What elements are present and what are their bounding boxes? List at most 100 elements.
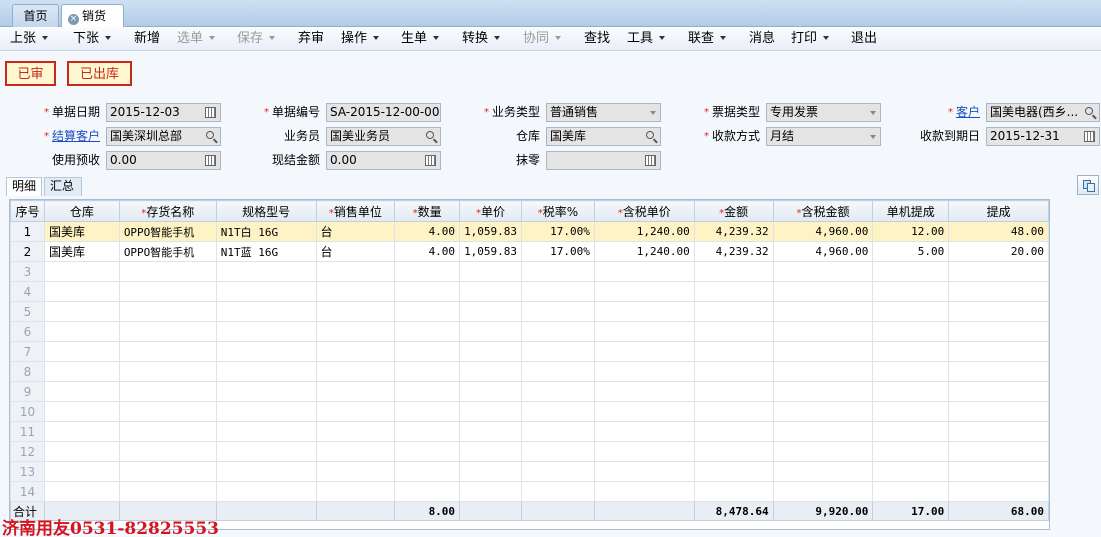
cell-item[interactable] <box>118 421 217 442</box>
cell-commission-unit[interactable] <box>872 281 950 302</box>
search-icon[interactable] <box>646 131 654 139</box>
cell-tax[interactable] <box>521 281 595 302</box>
calculator-icon[interactable] <box>425 155 436 166</box>
cell-seq[interactable]: 12 <box>10 441 45 462</box>
cell-taxprice[interactable] <box>593 401 695 422</box>
cell-seq[interactable]: 3 <box>10 261 45 282</box>
cell-commission[interactable] <box>948 361 1049 382</box>
table-row[interactable]: 12 <box>10 441 1049 462</box>
cell-taxprice[interactable]: 1,240.00 <box>593 221 695 242</box>
cell-taxamount[interactable] <box>772 281 874 302</box>
cell-taxamount[interactable]: 4,960.00 <box>772 241 874 262</box>
cell-seq[interactable]: 10 <box>10 401 45 422</box>
cell-warehouse[interactable] <box>43 381 120 402</box>
cell-commission[interactable] <box>948 381 1049 402</box>
cell-spec[interactable]: N1T白 16G <box>215 221 317 242</box>
col-amount[interactable]: *金额 <box>693 200 774 222</box>
cell-item[interactable] <box>118 301 217 322</box>
cell-price[interactable] <box>459 301 523 322</box>
new-button[interactable]: 新增 <box>134 31 160 47</box>
cell-item[interactable]: OPPO智能手机 <box>118 241 217 262</box>
table-row[interactable]: 13 <box>10 461 1049 482</box>
settle-customer-link[interactable]: * 结算客户 <box>30 128 100 145</box>
cell-qty[interactable] <box>394 341 461 362</box>
cell-tax[interactable]: 17.00% <box>521 221 595 242</box>
cell-spec[interactable] <box>215 341 317 362</box>
cell-tax[interactable] <box>521 321 595 342</box>
cell-taxprice[interactable] <box>593 341 695 362</box>
settle-customer-field[interactable]: 国美深圳总部 <box>106 127 221 146</box>
cell-warehouse[interactable] <box>43 301 120 322</box>
cell-unit[interactable] <box>315 481 396 502</box>
table-row[interactable]: 5 <box>10 301 1049 322</box>
customer-field[interactable]: 国美电器(西乡... <box>986 103 1100 122</box>
cell-qty[interactable] <box>394 381 461 402</box>
cell-taxprice[interactable] <box>593 321 695 342</box>
col-tax[interactable]: *税率% <box>521 200 595 222</box>
cell-commission[interactable] <box>948 261 1049 282</box>
cell-warehouse[interactable] <box>43 361 120 382</box>
cell-item[interactable] <box>118 381 217 402</box>
cell-price[interactable] <box>459 421 523 442</box>
cell-unit[interactable] <box>315 281 396 302</box>
cell-tax[interactable] <box>521 421 595 442</box>
cell-amount[interactable]: 4,239.32 <box>693 221 774 242</box>
cell-taxamount[interactable] <box>772 461 874 482</box>
cell-commission-unit[interactable] <box>872 461 950 482</box>
invoice-type-select[interactable]: 专用发票 <box>766 103 881 122</box>
cell-taxamount[interactable] <box>772 361 874 382</box>
cell-tax[interactable] <box>521 401 595 422</box>
cell-commission[interactable] <box>948 341 1049 362</box>
table-row[interactable]: 1 国美库 OPPO智能手机 N1T白 16G 台 4.00 1,059.83 17.00% 1… <box>10 221 1049 242</box>
collab-menu[interactable]: 协同 <box>523 31 562 47</box>
cell-qty[interactable] <box>394 281 461 302</box>
cell-taxamount[interactable] <box>772 321 874 342</box>
cell-qty[interactable] <box>394 301 461 322</box>
col-commission[interactable]: 提成 <box>948 200 1049 222</box>
cell-commission-unit[interactable]: 5.00 <box>872 241 950 262</box>
cell-taxprice[interactable] <box>593 301 695 322</box>
cell-commission[interactable] <box>948 321 1049 342</box>
cell-tax[interactable] <box>521 381 595 402</box>
cell-price[interactable] <box>459 341 523 362</box>
cell-taxamount[interactable] <box>772 341 874 362</box>
cell-seq[interactable]: 11 <box>10 421 45 442</box>
cell-commission[interactable] <box>948 441 1049 462</box>
cell-tax[interactable] <box>521 341 595 362</box>
col-price[interactable]: *单价 <box>459 200 523 222</box>
cell-commission-unit[interactable] <box>872 481 950 502</box>
calendar-icon[interactable] <box>205 107 216 118</box>
cell-warehouse[interactable] <box>43 421 120 442</box>
cell-item[interactable] <box>118 441 217 462</box>
cell-spec[interactable] <box>215 281 317 302</box>
col-item[interactable]: *存货名称 <box>118 200 217 222</box>
cell-taxprice[interactable] <box>593 461 695 482</box>
cell-seq[interactable]: 14 <box>10 481 45 502</box>
cell-qty[interactable] <box>394 461 461 482</box>
cell-warehouse[interactable] <box>43 321 120 342</box>
cell-amount[interactable] <box>693 441 774 462</box>
cell-tax[interactable] <box>521 481 595 502</box>
cell-unit[interactable] <box>315 341 396 362</box>
cell-unit[interactable]: 台 <box>315 221 396 242</box>
cell-amount[interactable] <box>693 401 774 422</box>
cell-seq[interactable]: 6 <box>10 321 45 342</box>
cell-seq[interactable]: 5 <box>10 301 45 322</box>
cell-item[interactable] <box>118 261 217 282</box>
table-row[interactable]: 2 国美库 OPPO智能手机 N1T蓝 16G 台 4.00 1,059.83 17.00% 1… <box>10 241 1049 262</box>
doc-date-field[interactable]: 2015-12-03 <box>106 103 221 122</box>
cell-seq[interactable]: 1 <box>10 221 45 242</box>
cell-amount[interactable] <box>693 481 774 502</box>
cell-taxprice[interactable] <box>593 481 695 502</box>
prev-button[interactable]: 上张 <box>10 31 49 47</box>
cell-spec[interactable] <box>215 321 317 342</box>
exit-button[interactable]: 退出 <box>851 31 877 47</box>
cell-qty[interactable] <box>394 361 461 382</box>
cell-commission-unit[interactable]: 12.00 <box>872 221 950 242</box>
cell-taxamount[interactable] <box>772 421 874 442</box>
tab-detail[interactable]: 明细 <box>6 177 42 196</box>
copy-icon[interactable] <box>1077 175 1099 195</box>
cell-unit[interactable] <box>315 321 396 342</box>
table-row[interactable]: 8 <box>10 361 1049 382</box>
cell-warehouse[interactable] <box>43 461 120 482</box>
